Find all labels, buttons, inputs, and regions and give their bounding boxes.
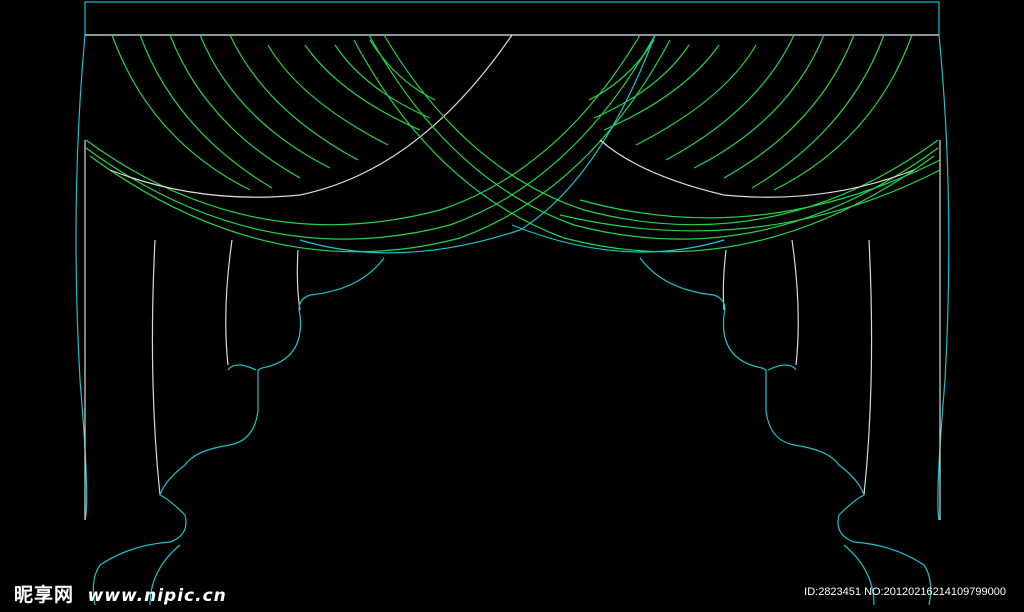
curtain-elevation-drawing (75, 1, 950, 606)
curtain-rail-box (84, 1, 940, 36)
left-valance-folds (111, 34, 436, 191)
watermark-logo: 昵享网 www.nipic.cn (14, 580, 227, 607)
right-valance-folds (588, 34, 913, 191)
left-swag-band (85, 34, 671, 253)
left-swag-edge (109, 34, 513, 198)
right-swag-edge (599, 139, 915, 198)
watermark-logo-text: 昵享网 (14, 584, 75, 606)
left-drape (92, 239, 385, 606)
watermark-id: ID:2823451 NO:20120216214109799000 (804, 586, 1006, 598)
right-drape (639, 239, 932, 606)
right-swag-band (353, 34, 941, 253)
watermark-site: www.nipic.cn (87, 586, 227, 606)
cad-drawing-canvas: 昵享网 www.nipic.cn ID:2823451 NO:201202162… (0, 0, 1024, 612)
